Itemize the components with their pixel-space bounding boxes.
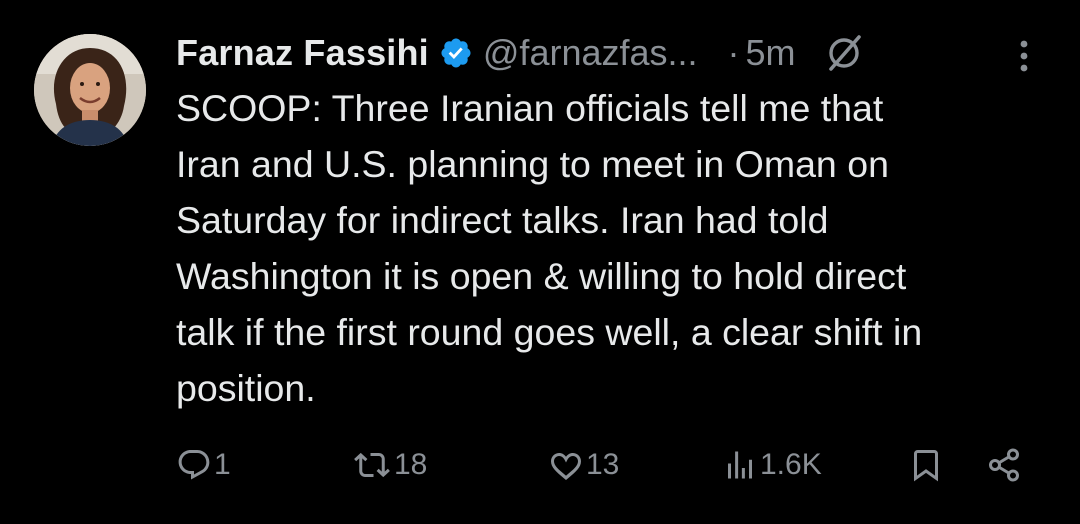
repost-count: 18 — [394, 448, 428, 481]
reply-count: 1 — [214, 448, 231, 481]
action-bar: 1 18 13 1.6K — [176, 440, 1036, 490]
avatar[interactable] — [34, 34, 146, 146]
heart-icon — [548, 447, 584, 483]
tweet-header: Farnaz Fassihi @farnazfas... · 5m — [176, 28, 1056, 78]
reply-button[interactable]: 1 — [176, 440, 231, 490]
share-icon — [986, 447, 1022, 483]
like-count: 13 — [586, 448, 620, 481]
more-vertical-icon[interactable] — [1012, 36, 1036, 76]
separator: · — [727, 32, 740, 73]
grok-icon[interactable] — [822, 31, 866, 75]
views-count: 1.6K — [760, 448, 822, 481]
reply-icon — [176, 447, 212, 483]
display-name[interactable]: Farnaz Fassihi — [176, 32, 429, 74]
timestamp[interactable]: 5m — [746, 32, 796, 74]
views-icon — [722, 447, 758, 483]
like-button[interactable]: 13 — [548, 440, 619, 490]
repost-icon — [352, 447, 392, 483]
handle[interactable]: @farnazfas... — [483, 32, 698, 74]
verified-badge-icon[interactable] — [439, 36, 473, 70]
avatar-photo — [34, 34, 146, 146]
bookmark-icon — [908, 446, 944, 484]
bookmark-button[interactable] — [908, 440, 944, 490]
share-button[interactable] — [986, 440, 1022, 490]
views-button[interactable]: 1.6K — [722, 440, 822, 490]
tweet[interactable]: Farnaz Fassihi @farnazfas... · 5m SCOOP:… — [0, 0, 1080, 524]
repost-button[interactable]: 18 — [352, 440, 427, 490]
tweet-text: SCOOP: Three Iranian officials tell me t… — [176, 87, 923, 409]
